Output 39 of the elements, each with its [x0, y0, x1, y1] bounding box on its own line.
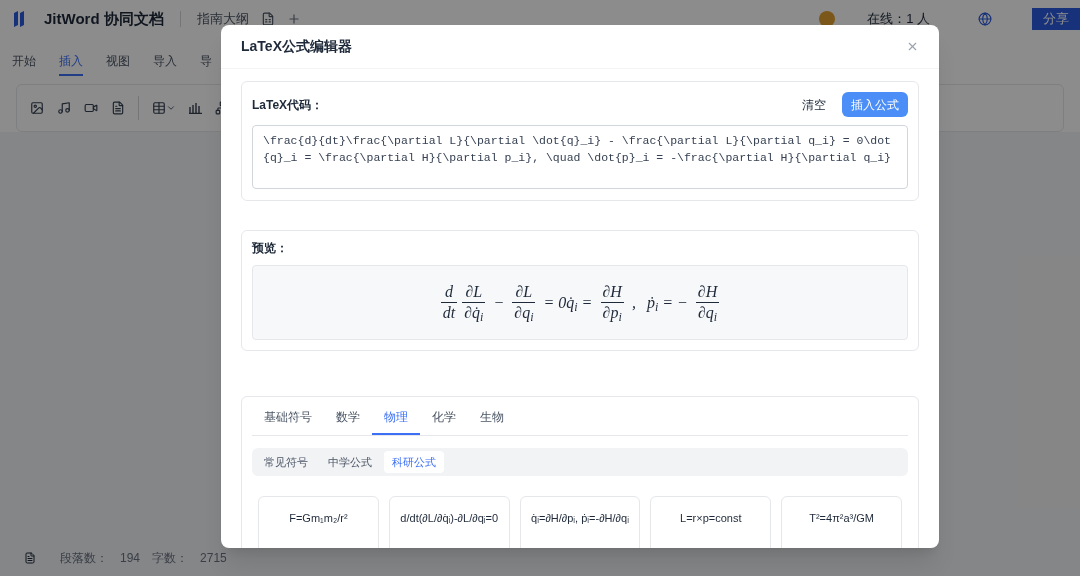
code-label: LaTeX代码：: [252, 96, 324, 114]
status-value: 2715: [200, 550, 227, 567]
fraction: ∂L ∂q$_{i}$: [512, 282, 536, 323]
formula-card[interactable]: q̇ᵢ=∂H/∂pᵢ, ṗᵢ=-∂H/∂qᵢ: [519, 496, 641, 548]
formula-card[interactable]: L=r×p=const: [650, 496, 772, 548]
status-label: 段落数：: [60, 550, 108, 567]
sub-tab[interactable]: 科研公式: [384, 451, 444, 473]
formula-card[interactable]: d/dt(∂L/∂q̇ᵢ)-∂L/∂qᵢ=0: [388, 496, 510, 548]
tab[interactable]: 化学: [420, 401, 468, 435]
tab[interactable]: 物理: [372, 401, 420, 435]
preview-label: 预览：: [252, 240, 289, 257]
fraction: ∂H ∂q$_{i}$: [695, 282, 720, 323]
math-operator: ṗ$_{i}$ = −: [646, 292, 688, 315]
clear-button[interactable]: 清空: [798, 95, 830, 114]
status-value: 194: [120, 550, 141, 567]
formula-card[interactable]: F=Gm₁m₂/r²: [258, 496, 379, 548]
document-title: 指南大纲: [196, 10, 249, 29]
tab[interactable]: 开始: [12, 52, 36, 76]
fraction: ∂H ∂p$_{i}$: [600, 282, 624, 323]
math-operator: = 0q̇$_{i}$ =: [543, 292, 593, 315]
tab[interactable]: 视图: [106, 52, 130, 76]
sub-tab[interactable]: 中学公式: [320, 451, 380, 473]
tab[interactable]: 基础符号: [252, 401, 324, 435]
share-button[interactable]: 分享: [1032, 8, 1080, 30]
online-count: 在线：1 人: [867, 10, 930, 29]
status-label: 字数：: [152, 550, 189, 567]
math-operator: ,: [631, 292, 636, 313]
sub-tab[interactable]: 常见符号: [256, 451, 316, 473]
fraction: ∂L ∂q̇$_{i}$: [462, 282, 486, 323]
fraction: d dt: [440, 282, 458, 323]
tab[interactable]: 导入: [153, 52, 177, 76]
tab[interactable]: 数学: [324, 401, 372, 435]
dialog-title: LaTeX公式编辑器: [241, 37, 352, 56]
app-name: JitWord 协同文档: [44, 8, 164, 29]
formula-card[interactable]: T²=4π²a³/GM: [781, 496, 902, 548]
tab[interactable]: 导: [200, 52, 212, 76]
tab[interactable]: 生物: [468, 401, 516, 435]
math-operator: −: [493, 292, 505, 313]
latex-input[interactable]: \frac{d}{dt}\frac{\partial L}{\partial \dot{q}_i} - \frac{\partial L}{\partial q_i} = 0\dot{q}_i = \frac{\partial H}{\partial p_i}, \quad \dot{p}_i = -\frac{\partial H}{\partial q_i}: [252, 125, 908, 189]
